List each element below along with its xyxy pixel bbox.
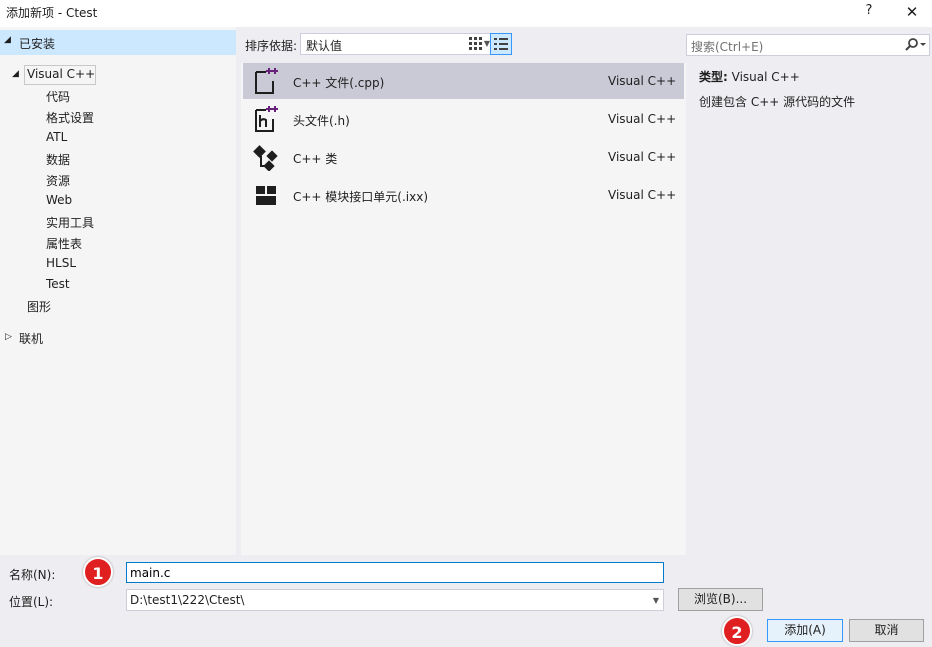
template-type: 类型: Visual C++ [699,68,800,85]
template-list: C++ 文件(.cpp) Visual C++ 头文件(.h) Visual C… [241,63,686,555]
step-badge-2: 2 [722,616,752,646]
list-view-icon [494,38,508,50]
template-language: Visual C++ [608,112,677,126]
template-description: 创建包含 C++ 源代码的文件 [699,95,856,109]
template-item-cpp-file[interactable]: C++ 文件(.cpp) Visual C++ [243,63,684,99]
title-bar: 添加新项 - Ctest ? ✕ [0,0,932,27]
tree-item-web[interactable]: Web [46,193,72,207]
tree-node-installed[interactable]: ◢ 已安装 [0,30,236,55]
template-item-class[interactable]: C++ 类 Visual C++ [243,139,684,175]
template-language: Visual C++ [608,150,677,164]
class-icon [253,145,278,171]
tree-item-atl[interactable]: ATL [46,130,67,144]
browse-button[interactable]: 浏览(B)... [678,588,763,611]
template-language: Visual C++ [608,188,677,202]
location-value: D:\test1\222\Ctest\ [130,593,245,607]
template-item-header-file[interactable]: 头文件(.h) Visual C++ [243,101,684,137]
tree-node-online[interactable]: 联机 [19,330,43,347]
cpp-file-icon [255,68,278,94]
template-item-module[interactable]: C++ 模块接口单元(.ixx) Visual C++ [243,177,684,213]
tree-item-test[interactable]: Test [46,277,70,291]
window-title: 添加新项 - Ctest [6,6,98,20]
template-toolbar: 排序依据: 默认值 ▼ [236,27,686,63]
name-field[interactable] [126,562,664,583]
module-icon [256,186,276,205]
list-view-button[interactable] [490,33,512,55]
location-field[interactable]: D:\test1\222\Ctest\ ▼ [126,589,664,611]
tree-item-hlsl[interactable]: HLSL [46,256,76,270]
sort-label: 排序依据: [245,39,298,53]
type-label: 类型: [699,70,728,84]
header-file-icon [255,106,278,132]
tree-item-utility[interactable]: 实用工具 [46,214,94,231]
sort-value: 默认值 [306,39,343,53]
template-language: Visual C++ [608,74,677,88]
sort-dropdown[interactable]: 默认值 ▼ [300,33,496,55]
search-input[interactable]: 搜索(Ctrl+E) [686,34,930,56]
tree-item-data[interactable]: 数据 [46,151,70,168]
type-value: Visual C++ [731,70,800,84]
search-icon[interactable] [905,37,927,53]
close-button[interactable]: ✕ [902,3,922,21]
template-name: C++ 模块接口单元(.ixx) [293,190,429,204]
chevron-down-icon[interactable]: ▼ [653,596,659,605]
category-tree: ◢ 已安装 ◢ Visual C++ 代码 格式设置 ATL 数据 资源 Web… [0,27,236,555]
tree-node-visual-cpp[interactable]: Visual C++ [27,67,95,81]
add-button[interactable]: 添加(A) [767,619,843,642]
help-button[interactable]: ? [862,3,876,18]
tree-item-resource[interactable]: 资源 [46,172,70,189]
expanded-arrow-icon[interactable]: ◢ [4,35,11,45]
name-label: 名称(N): [9,568,56,582]
step-badge-1: 1 [83,557,113,587]
tree-item-property-sheets[interactable]: 属性表 [46,235,82,252]
template-name: C++ 类 [293,152,338,166]
grid-view-icon[interactable] [468,36,484,52]
tree-item-formatting[interactable]: 格式设置 [46,109,94,126]
template-name: 头文件(.h) [293,114,350,128]
tree-item-code[interactable]: 代码 [46,88,70,105]
template-name: C++ 文件(.cpp) [293,76,385,90]
cancel-button[interactable]: 取消 [849,619,924,642]
tree-node-graphics[interactable]: 图形 [27,298,51,315]
tree-node-installed-label: 已安装 [19,37,56,51]
location-label: 位置(L): [9,595,54,609]
search-placeholder: 搜索(Ctrl+E) [691,40,764,54]
